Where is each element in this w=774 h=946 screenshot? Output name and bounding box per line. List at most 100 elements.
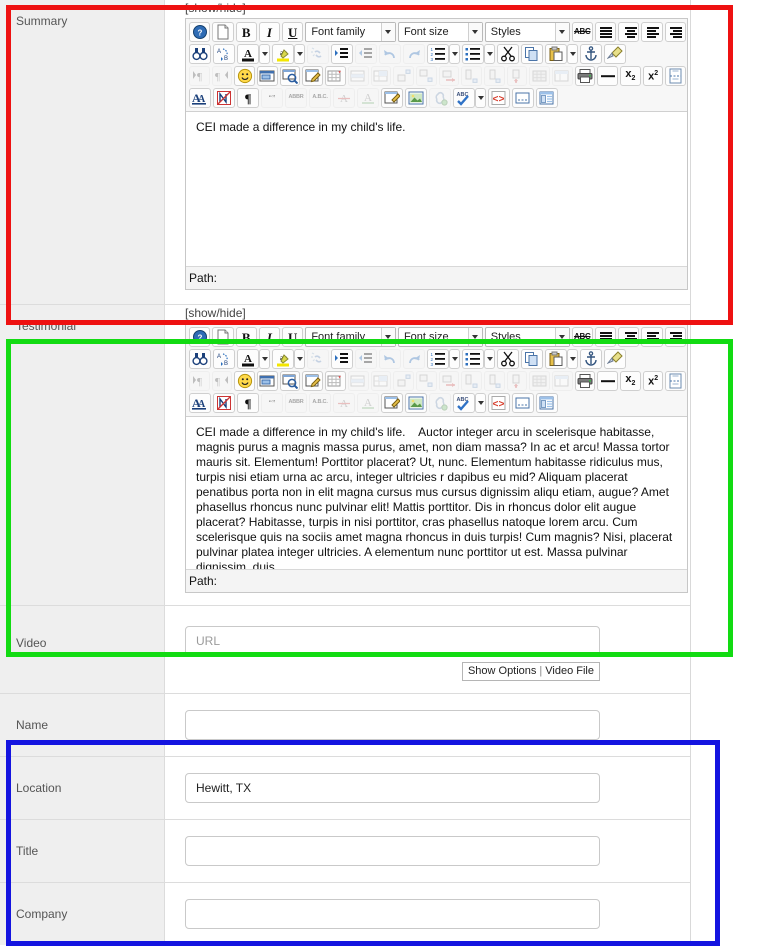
horizontal-rule-icon[interactable] — [597, 371, 619, 391]
copy-icon[interactable] — [521, 44, 543, 64]
clean-formatting-icon[interactable] — [604, 349, 626, 369]
font-family-select-arrow[interactable] — [380, 328, 395, 346]
no-break-icon[interactable] — [213, 393, 235, 413]
media-icon[interactable] — [257, 371, 278, 391]
paste-icon[interactable] — [545, 44, 567, 64]
toggle-panel-icon[interactable] — [536, 393, 558, 413]
location-input[interactable]: Hewitt, TX — [185, 773, 600, 803]
spellcheck-icon[interactable]: ABC — [453, 393, 475, 413]
insert-table-icon[interactable] — [325, 66, 346, 86]
font-size-select[interactable]: Font size — [397, 22, 483, 42]
numbered-list-icon[interactable]: 123 — [427, 44, 449, 64]
media-icon[interactable] — [257, 66, 278, 86]
horizontal-rule-icon[interactable] — [597, 66, 619, 86]
insert-layer-icon[interactable] — [512, 88, 534, 108]
copy-icon[interactable] — [521, 349, 543, 369]
background-color-icon[interactable]: ab — [272, 44, 294, 64]
video-options-pill[interactable]: Show Options | Video File — [461, 662, 600, 681]
show-invisible-icon[interactable]: ¶ — [237, 393, 259, 413]
help-icon[interactable]: ? — [189, 22, 211, 42]
anchor-icon[interactable] — [580, 349, 602, 369]
title-input[interactable] — [185, 836, 600, 866]
underline-icon[interactable]: U — [282, 22, 304, 42]
toggle-panel-icon[interactable] — [536, 88, 558, 108]
emoticon-icon[interactable] — [234, 371, 256, 391]
summary-rich-text-editor[interactable]: ?BIUFont familyFont sizeStylesABCABAab12… — [185, 18, 688, 290]
anchor-icon[interactable] — [580, 44, 602, 64]
page-break-icon[interactable] — [665, 371, 687, 391]
preview-icon[interactable] — [279, 66, 301, 86]
search-icon[interactable] — [189, 349, 211, 369]
align-justify-icon[interactable] — [594, 22, 617, 42]
show-options-link[interactable]: Show Options — [468, 665, 536, 677]
italic-icon[interactable]: I — [258, 22, 281, 42]
video-url-input[interactable]: URL — [185, 626, 600, 656]
bullet-list-icon[interactable] — [462, 44, 484, 64]
cut-icon[interactable] — [497, 44, 519, 64]
summary-editor-content[interactable]: CEI made a difference in my child's life… — [186, 112, 687, 266]
paste-dropdown[interactable] — [567, 349, 578, 369]
paste-icon[interactable] — [545, 349, 567, 369]
insert-image-icon[interactable] — [405, 88, 427, 108]
testimonial-rich-text-editor[interactable]: ?BIUFont familyFont sizeStylesABCABAab12… — [185, 323, 688, 593]
align-center-icon[interactable] — [618, 327, 640, 347]
attributes-icon[interactable] — [381, 393, 403, 413]
bold-icon[interactable]: B — [235, 22, 257, 42]
edit-icon[interactable] — [302, 66, 324, 86]
style-props-icon[interactable]: AA — [189, 88, 211, 108]
superscript-icon[interactable]: x2 — [642, 371, 664, 391]
video-file-link[interactable]: Video File — [545, 665, 594, 677]
help-icon[interactable]: ? — [189, 327, 211, 347]
spellcheck-icon[interactable]: ABC — [453, 88, 475, 108]
name-input[interactable] — [185, 710, 600, 740]
no-break-icon[interactable] — [213, 88, 235, 108]
numbered-list-dropdown[interactable] — [449, 44, 460, 64]
replace-icon[interactable]: AB — [213, 44, 235, 64]
subscript-icon[interactable]: x2 — [620, 66, 641, 86]
bullet-list-icon[interactable] — [462, 349, 484, 369]
print-icon[interactable] — [574, 371, 596, 391]
style-props-icon[interactable]: AA — [189, 393, 211, 413]
summary-showhide-link[interactable]: [show/hide] — [185, 0, 691, 18]
background-color-dropdown[interactable] — [294, 349, 305, 369]
text-color-icon[interactable]: A — [237, 349, 259, 369]
styles-select-arrow[interactable] — [554, 328, 569, 346]
subscript-icon[interactable]: x2 — [620, 371, 641, 391]
replace-icon[interactable]: AB — [213, 349, 235, 369]
font-size-select-arrow[interactable] — [467, 328, 482, 346]
text-color-dropdown[interactable] — [259, 349, 270, 369]
bullet-list-dropdown[interactable] — [484, 349, 495, 369]
attributes-icon[interactable] — [381, 88, 403, 108]
insert-layer-icon[interactable] — [512, 393, 534, 413]
align-left-icon[interactable] — [641, 327, 663, 347]
align-right-icon[interactable] — [664, 327, 686, 347]
source-code-icon[interactable]: <> — [488, 393, 510, 413]
page-break-icon[interactable] — [665, 66, 687, 86]
search-icon[interactable] — [189, 44, 211, 64]
background-color-dropdown[interactable] — [294, 44, 305, 64]
styles-select[interactable]: Styles — [484, 22, 570, 42]
spellcheck-dropdown[interactable] — [475, 393, 486, 413]
numbered-list-icon[interactable]: 123 — [427, 349, 449, 369]
font-family-select[interactable]: Font family — [305, 327, 396, 347]
align-right-icon[interactable] — [664, 22, 686, 42]
background-color-icon[interactable]: ab — [272, 349, 294, 369]
font-family-select-arrow[interactable] — [380, 23, 395, 41]
paste-dropdown[interactable] — [567, 44, 578, 64]
styles-select[interactable]: Styles — [484, 327, 570, 347]
insert-table-icon[interactable] — [325, 371, 346, 391]
strikethrough-icon[interactable]: ABC — [571, 327, 593, 347]
text-color-icon[interactable]: A — [237, 44, 259, 64]
show-invisible-icon[interactable]: ¶ — [237, 88, 259, 108]
numbered-list-dropdown[interactable] — [449, 349, 460, 369]
bold-icon[interactable]: B — [235, 327, 257, 347]
align-center-icon[interactable] — [618, 22, 640, 42]
underline-icon[interactable]: U — [282, 327, 304, 347]
emoticon-icon[interactable] — [234, 66, 256, 86]
bullet-list-dropdown[interactable] — [484, 44, 495, 64]
strikethrough-icon[interactable]: ABC — [571, 22, 593, 42]
align-left-icon[interactable] — [641, 22, 663, 42]
font-size-select[interactable]: Font size — [397, 327, 483, 347]
new-document-icon[interactable] — [212, 22, 234, 42]
spellcheck-dropdown[interactable] — [475, 88, 486, 108]
